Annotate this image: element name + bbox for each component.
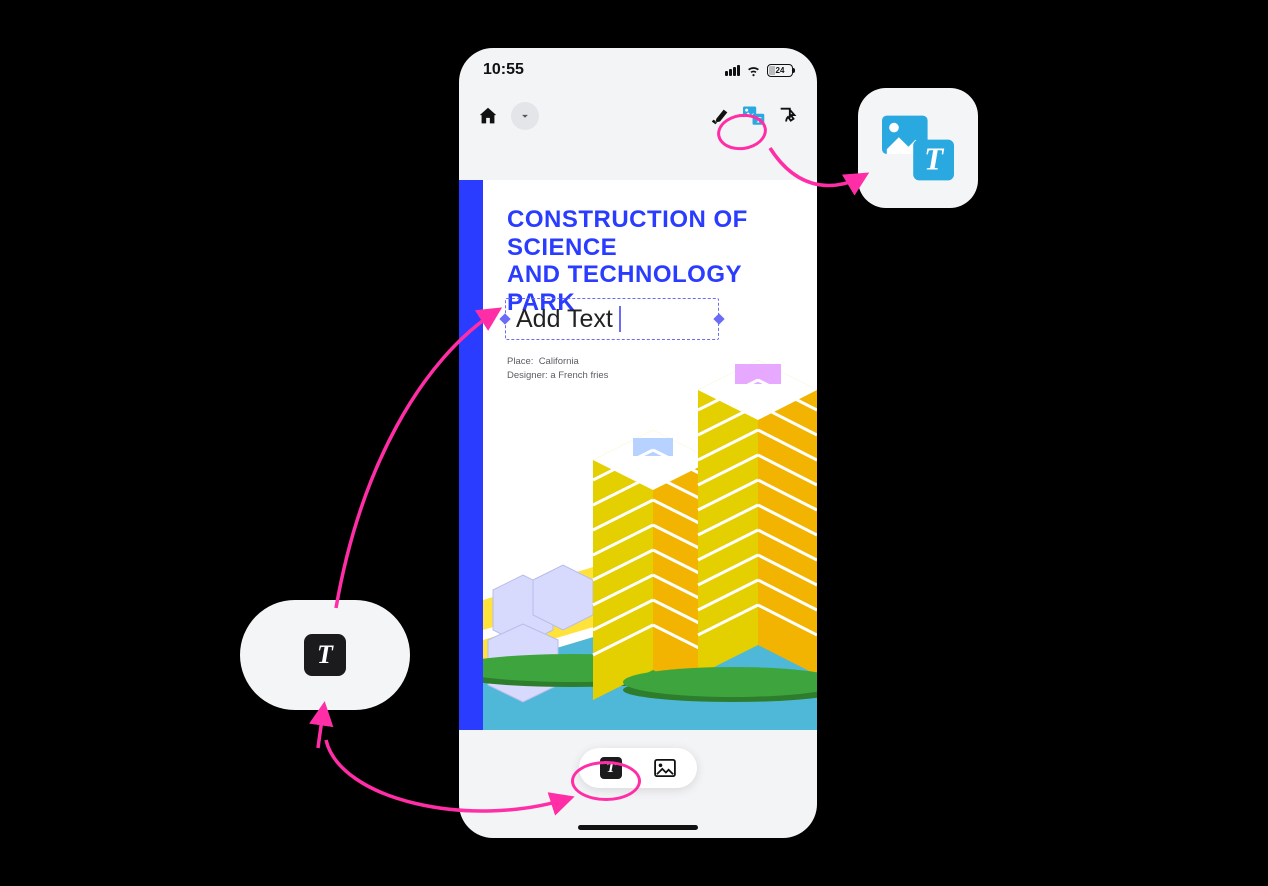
chevron-down-icon <box>518 109 532 123</box>
battery-icon: 24 <box>767 64 793 77</box>
status-bar: 10:55 24 <box>459 48 817 92</box>
image-tool-button[interactable] <box>638 753 692 783</box>
battery-level: 24 <box>776 66 785 75</box>
svg-text:T: T <box>924 142 945 177</box>
status-indicators: 24 <box>725 64 793 77</box>
tool-segment: T <box>579 748 697 788</box>
status-time: 10:55 <box>483 61 524 79</box>
callout-image-text-tool: T <box>858 88 978 208</box>
cellular-icon <box>725 65 740 76</box>
isometric-illustration <box>483 330 817 730</box>
callout-text-tool: T <box>240 600 410 710</box>
left-accent-stripe <box>459 180 483 730</box>
dropdown-button[interactable] <box>511 102 539 130</box>
touch-select-icon[interactable] <box>777 105 799 127</box>
wifi-icon <box>745 64 762 77</box>
callout-image-text-icon: T <box>882 115 954 181</box>
callout-text-tool-icon: T <box>304 634 346 676</box>
home-indicator <box>578 825 698 830</box>
phone-screenshot: 10:55 24 <box>459 48 817 838</box>
text-cursor <box>619 306 621 332</box>
highlight-ring-bottom <box>571 761 641 801</box>
image-tool-icon <box>654 759 676 777</box>
home-icon[interactable] <box>477 105 499 127</box>
bottom-toolbar: T <box>459 730 817 838</box>
resize-handle-left[interactable] <box>499 313 510 324</box>
document-canvas[interactable]: CONSTRUCTION OF SCIENCE AND TECHNOLOGY P… <box>459 180 817 730</box>
